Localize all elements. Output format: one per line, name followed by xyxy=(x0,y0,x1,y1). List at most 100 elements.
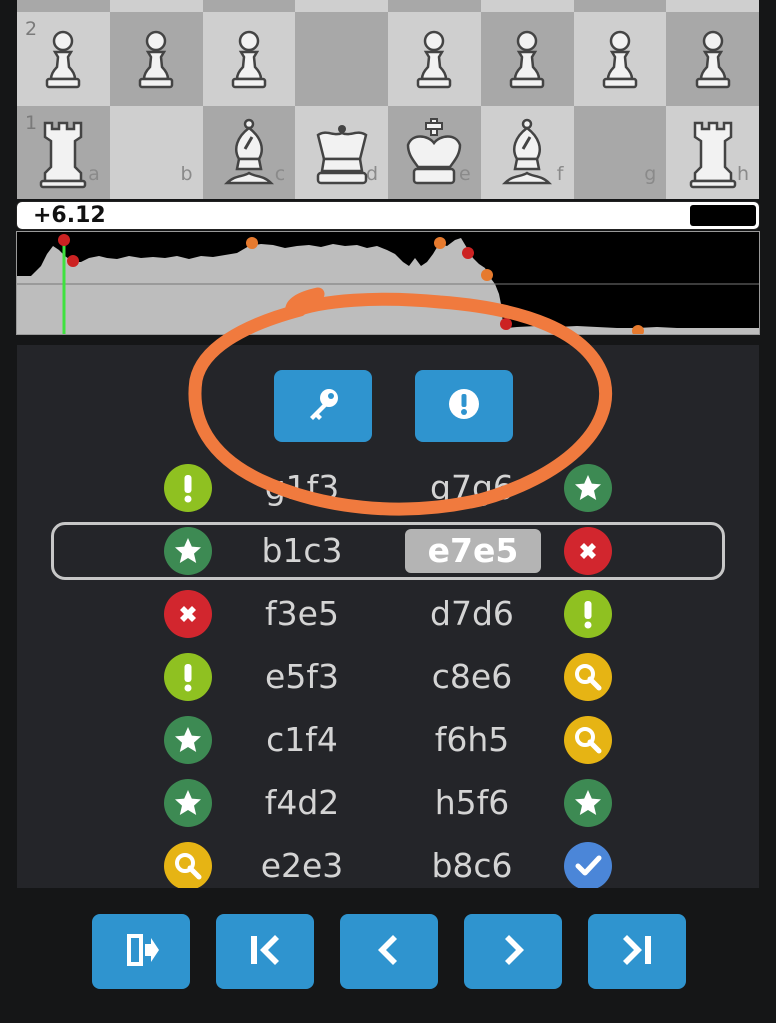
graph-marker xyxy=(462,247,474,259)
square-g3[interactable] xyxy=(573,0,667,12)
white-pawn-icon[interactable] xyxy=(689,27,737,91)
square-d2[interactable] xyxy=(295,12,388,106)
square-a1[interactable]: 1a xyxy=(17,106,110,199)
chevron-left-icon xyxy=(369,930,409,974)
file-label: b xyxy=(180,163,193,185)
black-move[interactable]: h5f6 xyxy=(397,781,547,825)
black-move[interactable]: f6h5 xyxy=(397,718,547,762)
star-icon xyxy=(564,779,612,827)
square-b1[interactable]: b xyxy=(109,106,203,199)
square-a2[interactable]: 2 xyxy=(17,12,110,106)
skip-first-icon xyxy=(245,930,285,974)
graph-marker xyxy=(58,234,70,246)
white-rook-icon[interactable] xyxy=(35,117,91,189)
move-row[interactable]: f3e5 d7d6 xyxy=(17,583,759,646)
white-pawn-icon[interactable] xyxy=(132,27,180,91)
chess-board[interactable]: 2 1a bcde f gh xyxy=(17,0,759,199)
move-row[interactable]: c1f4 f6h5 xyxy=(17,709,759,772)
exit-icon xyxy=(121,930,161,974)
square-a3[interactable] xyxy=(17,0,110,12)
square-c3[interactable] xyxy=(202,0,296,12)
square-c2[interactable] xyxy=(202,12,296,106)
white-rook-icon[interactable] xyxy=(685,117,741,189)
file-label: f xyxy=(556,163,564,185)
white-move[interactable]: c1f4 xyxy=(227,718,377,762)
exclamation-icon xyxy=(446,386,482,426)
move-list[interactable]: g1f3 g7g6 b1c3 e7e5 f3e5 d7d6 e5f3 c8e6 c1f4 f6h5… xyxy=(17,457,759,888)
black-move[interactable]: e7e5 xyxy=(405,529,541,573)
white-pawn-icon[interactable] xyxy=(596,27,644,91)
evaluation-score: +6.12 xyxy=(33,203,106,228)
white-bishop-icon[interactable] xyxy=(221,117,277,189)
graph-marker xyxy=(246,237,258,249)
white-move[interactable]: e5f3 xyxy=(227,655,377,699)
square-e1[interactable]: e xyxy=(388,106,481,199)
file-label: g xyxy=(644,163,657,185)
white-move[interactable]: f3e5 xyxy=(227,592,377,636)
square-b2[interactable] xyxy=(109,12,203,106)
square-f3[interactable] xyxy=(480,0,574,12)
mistakes-button[interactable] xyxy=(415,370,513,442)
square-e3[interactable] xyxy=(388,0,481,12)
skip-last-icon xyxy=(617,930,657,974)
check-icon xyxy=(564,842,612,888)
key-moves-button[interactable] xyxy=(274,370,372,442)
square-g2[interactable] xyxy=(573,12,667,106)
square-h3[interactable] xyxy=(666,0,759,12)
square-c1[interactable]: c xyxy=(202,106,296,199)
cross-icon xyxy=(164,590,212,638)
chevron-right-icon xyxy=(493,930,533,974)
square-f1[interactable]: f xyxy=(480,106,574,199)
current-move-highlight xyxy=(51,522,725,580)
last-move-button[interactable] xyxy=(588,914,686,989)
star-icon xyxy=(164,527,212,575)
star-icon xyxy=(164,779,212,827)
graph-marker xyxy=(481,269,493,281)
square-d3[interactable] xyxy=(295,0,388,12)
graph-marker xyxy=(67,255,79,267)
cross-icon xyxy=(564,527,612,575)
exit-button[interactable] xyxy=(92,914,190,989)
move-row[interactable]: f4d2 h5f6 xyxy=(17,772,759,835)
square-h1[interactable]: h xyxy=(666,106,759,199)
white-pawn-icon[interactable] xyxy=(225,27,273,91)
square-e2[interactable] xyxy=(388,12,481,106)
magnifier-icon xyxy=(564,653,612,701)
white-pawn-icon[interactable] xyxy=(39,27,87,91)
white-king-icon[interactable] xyxy=(402,117,466,189)
evaluation-graph[interactable] xyxy=(16,231,760,335)
white-queen-icon[interactable] xyxy=(310,117,374,189)
square-g1[interactable]: g xyxy=(573,106,667,199)
black-move[interactable]: b8c6 xyxy=(397,844,547,888)
previous-move-button[interactable] xyxy=(340,914,438,989)
exclamation-icon xyxy=(164,464,212,512)
key-icon xyxy=(303,384,343,428)
magnifier-icon xyxy=(564,716,612,764)
magnifier-icon xyxy=(164,842,212,888)
move-row[interactable]: e5f3 c8e6 xyxy=(17,646,759,709)
square-d1[interactable]: d xyxy=(295,106,388,199)
first-move-button[interactable] xyxy=(216,914,314,989)
square-h2[interactable] xyxy=(666,12,759,106)
move-row[interactable]: e2e3 b8c6 xyxy=(17,835,759,888)
next-move-button[interactable] xyxy=(464,914,562,989)
white-move[interactable]: b1c3 xyxy=(227,529,377,573)
square-f2[interactable] xyxy=(480,12,574,106)
white-bishop-icon[interactable] xyxy=(499,117,555,189)
exclamation-icon xyxy=(164,653,212,701)
move-row[interactable]: b1c3 e7e5 xyxy=(17,520,759,583)
white-move[interactable]: e2e3 xyxy=(227,844,377,888)
rank-label: 2 xyxy=(25,18,38,40)
white-pawn-icon[interactable] xyxy=(410,27,458,91)
square-b3[interactable] xyxy=(109,0,203,12)
white-pawn-icon[interactable] xyxy=(503,27,551,91)
move-row[interactable]: g1f3 g7g6 xyxy=(17,457,759,520)
star-icon xyxy=(164,716,212,764)
black-move[interactable]: c8e6 xyxy=(397,655,547,699)
black-move[interactable]: d7d6 xyxy=(397,592,547,636)
white-move[interactable]: g1f3 xyxy=(227,466,377,510)
evaluation-bar: +6.12 xyxy=(16,201,760,230)
black-move[interactable]: g7g6 xyxy=(397,466,547,510)
white-move[interactable]: f4d2 xyxy=(227,781,377,825)
graph-marker xyxy=(500,318,512,330)
